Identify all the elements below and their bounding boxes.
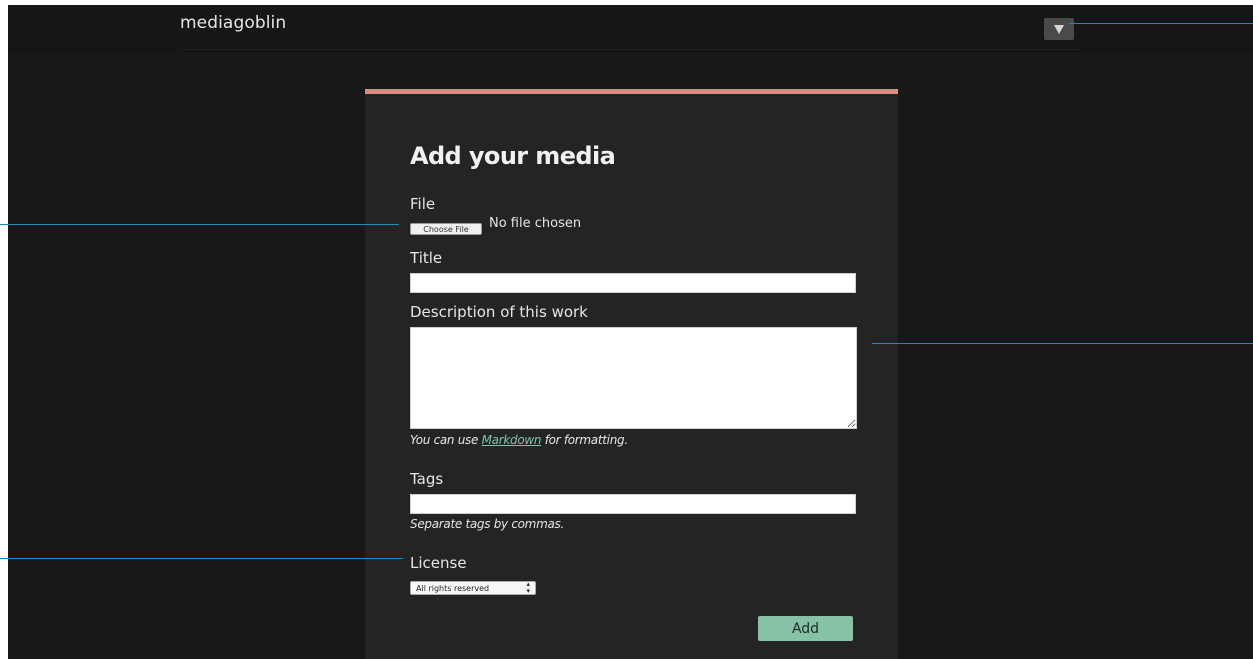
app-window: mediagoblin Add your media File Choose F…	[8, 5, 1253, 659]
select-arrows-icon: ▴ ▾	[526, 580, 530, 595]
file-label: File	[410, 195, 436, 213]
header-menu-toggle[interactable]	[1044, 18, 1074, 40]
description-textarea[interactable]	[410, 327, 857, 429]
title-input[interactable]	[410, 273, 856, 293]
add-button[interactable]: Add	[758, 616, 853, 641]
license-label: License	[410, 554, 467, 572]
tags-label: Tags	[410, 470, 444, 488]
choose-file-button[interactable]: Choose File	[410, 223, 482, 235]
add-media-form: Add your media File Choose File No file …	[365, 89, 898, 659]
callout-line-license	[0, 558, 403, 559]
callout-line-menu	[1069, 23, 1253, 24]
title-label: Title	[410, 249, 443, 267]
description-help: You can use Markdown for formatting.	[410, 433, 628, 447]
chevron-down-icon	[1054, 24, 1064, 34]
header-divider	[180, 49, 1080, 50]
page-title: Add your media	[410, 142, 616, 170]
markdown-link[interactable]: Markdown	[482, 433, 542, 447]
header-bar: mediagoblin	[8, 5, 1253, 53]
file-status-text: No file chosen	[489, 216, 582, 231]
help-prefix: You can use	[410, 433, 482, 447]
logo[interactable]: mediagoblin	[180, 13, 286, 33]
tags-help: Separate tags by commas.	[410, 517, 564, 531]
help-suffix: for formatting.	[541, 433, 628, 447]
license-selected-value: All rights reserved	[416, 583, 490, 593]
callout-line-file	[0, 224, 399, 225]
description-label: Description of this work	[410, 303, 588, 321]
callout-line-description	[872, 343, 1253, 344]
tags-input[interactable]	[410, 494, 856, 514]
license-select[interactable]: All rights reserved ▴ ▾	[410, 581, 536, 595]
